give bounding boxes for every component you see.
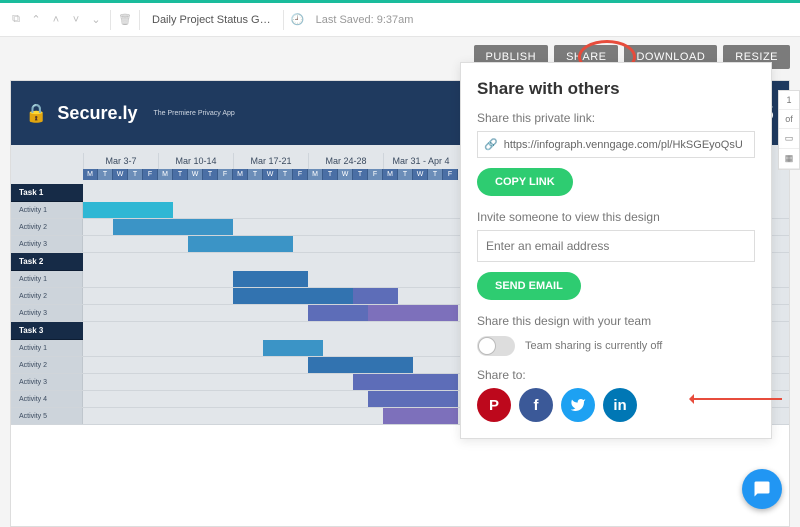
last-saved-label: Last Saved: 9:37am — [316, 14, 414, 26]
share-link-box[interactable]: 🔗 https://infograph.venngage.com/pl/HkSG… — [477, 131, 755, 158]
row-label: Activity 2 — [11, 219, 83, 235]
grid-icon[interactable]: ▦ — [779, 149, 799, 169]
brand-name: Secure.ly — [57, 103, 137, 124]
send-email-button[interactable]: SEND EMAIL — [477, 272, 581, 300]
page-of-label: of — [779, 110, 799, 129]
gantt-bar[interactable] — [353, 374, 458, 390]
row-label: Activity 1 — [11, 340, 83, 356]
document-title[interactable]: Daily Project Status G… — [144, 14, 279, 26]
task-header: Task 1 — [11, 184, 83, 202]
day-header: M — [233, 169, 248, 180]
email-field[interactable] — [477, 230, 755, 262]
side-tools: 1 of ▭ ▦ — [778, 90, 800, 170]
day-header: F — [443, 169, 458, 180]
date-header: Mar 31 - Apr 4 — [383, 153, 458, 169]
day-header: M — [83, 169, 98, 180]
share-to-label: Share to: — [477, 368, 755, 382]
date-header: Mar 24-28 — [308, 153, 383, 169]
day-header: F — [293, 169, 308, 180]
share-link-label: Share this private link: — [477, 111, 755, 125]
gantt-bar[interactable] — [233, 288, 353, 304]
row-label: Activity 5 — [11, 408, 83, 424]
row-label: Activity 1 — [11, 202, 83, 218]
brand-tagline: The Premiere Privacy App — [153, 110, 234, 117]
chevrons-down-icon[interactable]: ⌄ — [86, 10, 106, 30]
date-header: Mar 10-14 — [158, 153, 233, 169]
linkedin-icon[interactable]: in — [603, 388, 637, 422]
link-icon: 🔗 — [484, 138, 498, 151]
team-sharing-toggle[interactable] — [477, 336, 515, 356]
day-header: T — [323, 169, 338, 180]
gantt-bar[interactable] — [113, 219, 233, 235]
chevron-up-icon[interactable]: ˄ — [46, 10, 66, 30]
date-header: Mar 17-21 — [233, 153, 308, 169]
facebook-icon[interactable]: f — [519, 388, 553, 422]
day-header: F — [218, 169, 233, 180]
row-label: Activity 1 — [11, 271, 83, 287]
trash-icon[interactable]: 🗑 — [115, 10, 135, 30]
day-header: W — [413, 169, 428, 180]
invite-label: Invite someone to view this design — [477, 210, 755, 224]
gantt-bar[interactable] — [188, 236, 293, 252]
day-header: F — [368, 169, 383, 180]
copy-link-button[interactable]: COPY LINK — [477, 168, 573, 196]
task-header: Task 2 — [11, 253, 83, 271]
task-header: Task 3 — [11, 322, 83, 340]
gantt-bar[interactable] — [368, 391, 458, 407]
team-share-label: Share this design with your team — [477, 314, 755, 328]
day-header: W — [263, 169, 278, 180]
pages-icon[interactable]: ▭ — [779, 129, 799, 149]
day-header: T — [428, 169, 443, 180]
day-header: W — [113, 169, 128, 180]
day-header: T — [128, 169, 143, 180]
day-header: T — [398, 169, 413, 180]
day-header: M — [158, 169, 173, 180]
date-header: Mar 3-7 — [83, 153, 158, 169]
day-header: T — [98, 169, 113, 180]
gantt-bar[interactable] — [308, 305, 368, 321]
day-header: T — [278, 169, 293, 180]
chat-fab[interactable] — [742, 469, 782, 509]
day-header: M — [383, 169, 398, 180]
day-header: W — [338, 169, 353, 180]
gantt-bar[interactable] — [263, 340, 323, 356]
gantt-bar[interactable] — [353, 288, 398, 304]
row-label: Activity 2 — [11, 357, 83, 373]
gantt-bar[interactable] — [83, 202, 173, 218]
lock-icon: 🔒 — [25, 103, 47, 124]
row-label: Activity 3 — [11, 374, 83, 390]
day-header: T — [248, 169, 263, 180]
copy-icon[interactable]: ⧉ — [6, 10, 26, 30]
share-link-value: https://infograph.venngage.com/pl/HkSGEy… — [504, 139, 743, 151]
day-header: F — [143, 169, 158, 180]
row-label: Activity 3 — [11, 236, 83, 252]
row-label: Activity 4 — [11, 391, 83, 407]
day-header: T — [353, 169, 368, 180]
day-header: T — [173, 169, 188, 180]
day-header: W — [188, 169, 203, 180]
share-panel: Share with others Share this private lin… — [460, 62, 772, 439]
gantt-bar[interactable] — [383, 408, 458, 424]
gantt-bar[interactable] — [233, 271, 308, 287]
row-label: Activity 2 — [11, 288, 83, 304]
day-header: T — [203, 169, 218, 180]
annotation-arrow — [692, 398, 782, 400]
pinterest-icon[interactable]: P — [477, 388, 511, 422]
row-label: Activity 3 — [11, 305, 83, 321]
page-number[interactable]: 1 — [779, 91, 799, 110]
gantt-bar[interactable] — [368, 305, 458, 321]
twitter-icon[interactable] — [561, 388, 595, 422]
gantt-bar[interactable] — [308, 357, 413, 373]
day-header: M — [308, 169, 323, 180]
team-sharing-status: Team sharing is currently off — [525, 340, 662, 352]
top-toolbar: ⧉ ⌃ ˄ ˅ ⌄ 🗑 Daily Project Status G… 🕘 La… — [0, 3, 800, 37]
chevrons-up-icon[interactable]: ⌃ — [26, 10, 46, 30]
clock-icon: 🕘 — [288, 10, 308, 30]
chevron-down-icon[interactable]: ˅ — [66, 10, 86, 30]
share-heading: Share with others — [477, 79, 755, 99]
